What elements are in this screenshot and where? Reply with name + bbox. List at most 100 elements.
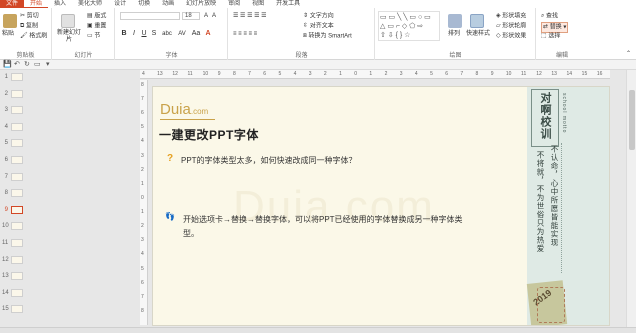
tab-2[interactable]: 插入 xyxy=(48,0,72,8)
tab-6[interactable]: 动画 xyxy=(156,0,180,8)
bullets-button[interactable]: ☰ ☰ ☰ ☰ ☰ xyxy=(233,12,267,20)
section-button[interactable]: ▭ 节 xyxy=(87,32,100,41)
ruler-tick-label: 10 xyxy=(202,71,209,77)
slide-thumbnail[interactable]: 8 xyxy=(2,188,24,200)
scrollbar-thumb[interactable] xyxy=(629,90,635,150)
motto-english: school motto xyxy=(561,93,567,134)
slide-number: 5 xyxy=(4,140,8,147)
slide-thumbnail[interactable]: 5 xyxy=(2,138,24,150)
new-slide-button[interactable]: 新建幻灯片 xyxy=(55,30,83,44)
paragraph-group: ☰ ☰ ☰ ☰ ☰ ≡ ≡ ≡ ≡ ≡ ⇕ 文字方向 ⇳ 对齐文本 ⧈ 转换为 … xyxy=(229,8,375,60)
quick-styles-button[interactable]: 快速样式 xyxy=(466,30,490,38)
brush-icon: 🖌 xyxy=(20,33,28,39)
tab-3[interactable]: 美化大师 xyxy=(72,0,108,8)
font-color-button[interactable]: A xyxy=(204,30,212,38)
shape-effects-button[interactable]: ◇ 形状效果 xyxy=(496,32,526,41)
slide-number: 9 xyxy=(4,206,8,213)
search-icon: ⌕ xyxy=(541,13,545,19)
slide-thumbnail[interactable]: 9 xyxy=(2,205,24,217)
replace-button[interactable]: ⇄ 替换 ▾ xyxy=(541,22,569,33)
question-text[interactable]: PPT的字体类型太多，如何快速改成同一种字体？ xyxy=(181,154,357,167)
grow-font-button[interactable]: A xyxy=(204,12,208,20)
slide-thumbnail[interactable]: 3 xyxy=(2,105,24,117)
spacing-button[interactable]: AV xyxy=(176,30,188,38)
paste-icon xyxy=(3,14,17,28)
tab-1[interactable]: 开始 xyxy=(24,0,49,8)
slide-thumbnail[interactable]: 15 xyxy=(2,304,24,316)
slide-thumbnail[interactable]: 6 xyxy=(2,155,24,167)
shadow-button[interactable]: abc xyxy=(160,30,174,38)
strike-button[interactable]: S xyxy=(150,30,158,38)
ruler-tick-label: 2 xyxy=(384,71,388,77)
question-icon: ? xyxy=(167,153,174,164)
save-icon[interactable]: 💾 xyxy=(3,60,12,70)
slide-thumbnail[interactable]: 11 xyxy=(2,238,24,250)
tab-0[interactable]: 文件 xyxy=(0,0,25,8)
undo-icon[interactable]: ↶ xyxy=(14,60,20,70)
present-icon[interactable]: ▭ xyxy=(34,60,41,70)
ruler-tick-label: 4 xyxy=(142,71,145,77)
slide-preview xyxy=(11,189,23,198)
align-buttons[interactable]: ≡ ≡ ≡ ≡ ≡ xyxy=(233,30,257,38)
slide-thumbnail[interactable]: 7 xyxy=(2,172,24,184)
ruler-tick-label: 2 xyxy=(141,166,144,173)
slide-thumbnail[interactable]: 4 xyxy=(2,122,24,134)
answer-text-line2[interactable]: 型。 xyxy=(183,227,199,240)
quick-access-toolbar: 💾 ↶ ↻ ▭ ▾ xyxy=(0,60,636,70)
arrange-button[interactable]: 排列 xyxy=(448,30,460,38)
slide-thumbnail[interactable]: 1 xyxy=(2,72,24,84)
cut-button[interactable]: ✂ 剪切 xyxy=(20,12,39,21)
font-name-input[interactable] xyxy=(120,12,180,20)
customize-qat-icon[interactable]: ▾ xyxy=(46,60,50,70)
slide-preview xyxy=(11,172,23,181)
cursor-icon: ⬚ xyxy=(541,33,547,39)
tab-5[interactable]: 切换 xyxy=(132,0,156,8)
underline-button[interactable]: U xyxy=(140,30,148,38)
vertical-scrollbar[interactable] xyxy=(626,70,636,327)
ruler-tick-label: 5 xyxy=(278,71,282,77)
ruler-tick-label: 1 xyxy=(369,71,373,77)
slide-preview xyxy=(11,139,23,148)
slide-thumbnail[interactable]: 2 xyxy=(2,89,24,101)
ruler-tick-label: 6 xyxy=(445,71,448,77)
text-direction-button[interactable]: ⇕ 文字方向 xyxy=(303,12,334,21)
slide-thumbnail[interactable]: 14 xyxy=(2,288,24,300)
bold-button[interactable]: B xyxy=(120,30,128,38)
redo-icon[interactable]: ↻ xyxy=(24,60,30,70)
tab-10[interactable]: 开发工具 xyxy=(270,0,306,8)
ruler-tick-label: 6 xyxy=(263,71,267,77)
shapes-gallery[interactable]: ▭ ▭ ╲ ╲ ▭ ○ ▭ △ ▭ ⌐ ◇ ⬠ ⇨ ⇧ ⇩ { } ☆ xyxy=(378,11,440,41)
shrink-font-button[interactable]: A xyxy=(212,12,216,20)
slide-thumbnail[interactable]: 12 xyxy=(2,255,24,267)
font-size-input[interactable]: 18 xyxy=(182,12,200,20)
paragraph-group-label: 段落 xyxy=(295,53,308,59)
smartart-button[interactable]: ⧈ 转换为 SmartArt xyxy=(303,32,352,41)
case-button[interactable]: Aa xyxy=(190,30,202,38)
collapse-ribbon-icon[interactable]: ⌃ xyxy=(626,50,631,58)
reset-button[interactable]: ▣ 重置 xyxy=(87,22,106,31)
align-text-button[interactable]: ⇳ 对齐文本 xyxy=(303,22,334,31)
answer-text-line1[interactable]: 开始选项卡→替换→替换字体，可以将PPT已经使用的字体替换成另一种字体类 xyxy=(183,213,463,226)
italic-button[interactable]: I xyxy=(130,30,138,38)
slide-number: 2 xyxy=(4,90,8,97)
select-button[interactable]: ⬚ 选择 xyxy=(541,32,560,41)
tab-4[interactable]: 设计 xyxy=(108,0,132,8)
slide-canvas[interactable]: Duia.com Duia.com 一建更改PPT字体 ? PPT的字体类型太多… xyxy=(152,86,610,326)
effects-icon: ◇ xyxy=(496,33,501,39)
shape-outline-button[interactable]: ▱ 形状轮廓 xyxy=(496,22,526,31)
logo-suffix: .com xyxy=(190,107,209,116)
format-painter-button[interactable]: 🖌 格式刷 xyxy=(20,32,47,41)
slide-thumbnail[interactable]: 10 xyxy=(2,221,24,233)
tab-7[interactable]: 幻灯片放映 xyxy=(180,0,222,8)
tab-9[interactable]: 视图 xyxy=(246,0,270,8)
paste-button[interactable]: 粘贴 xyxy=(2,30,14,38)
slide-thumbnail[interactable]: 13 xyxy=(2,271,24,283)
copy-button[interactable]: ⧉ 复制 xyxy=(20,22,38,31)
tab-8[interactable]: 审阅 xyxy=(222,0,246,8)
slide-title[interactable]: 一建更改PPT字体 xyxy=(159,126,259,143)
ruler-tick-label: 9 xyxy=(217,71,221,77)
find-button[interactable]: ⌕ 查找 xyxy=(541,12,558,21)
ruler-tick-label: 12 xyxy=(536,71,542,77)
layout-button[interactable]: ▤ 版式 xyxy=(87,12,106,21)
shape-fill-button[interactable]: ◈ 形状填充 xyxy=(496,12,526,21)
